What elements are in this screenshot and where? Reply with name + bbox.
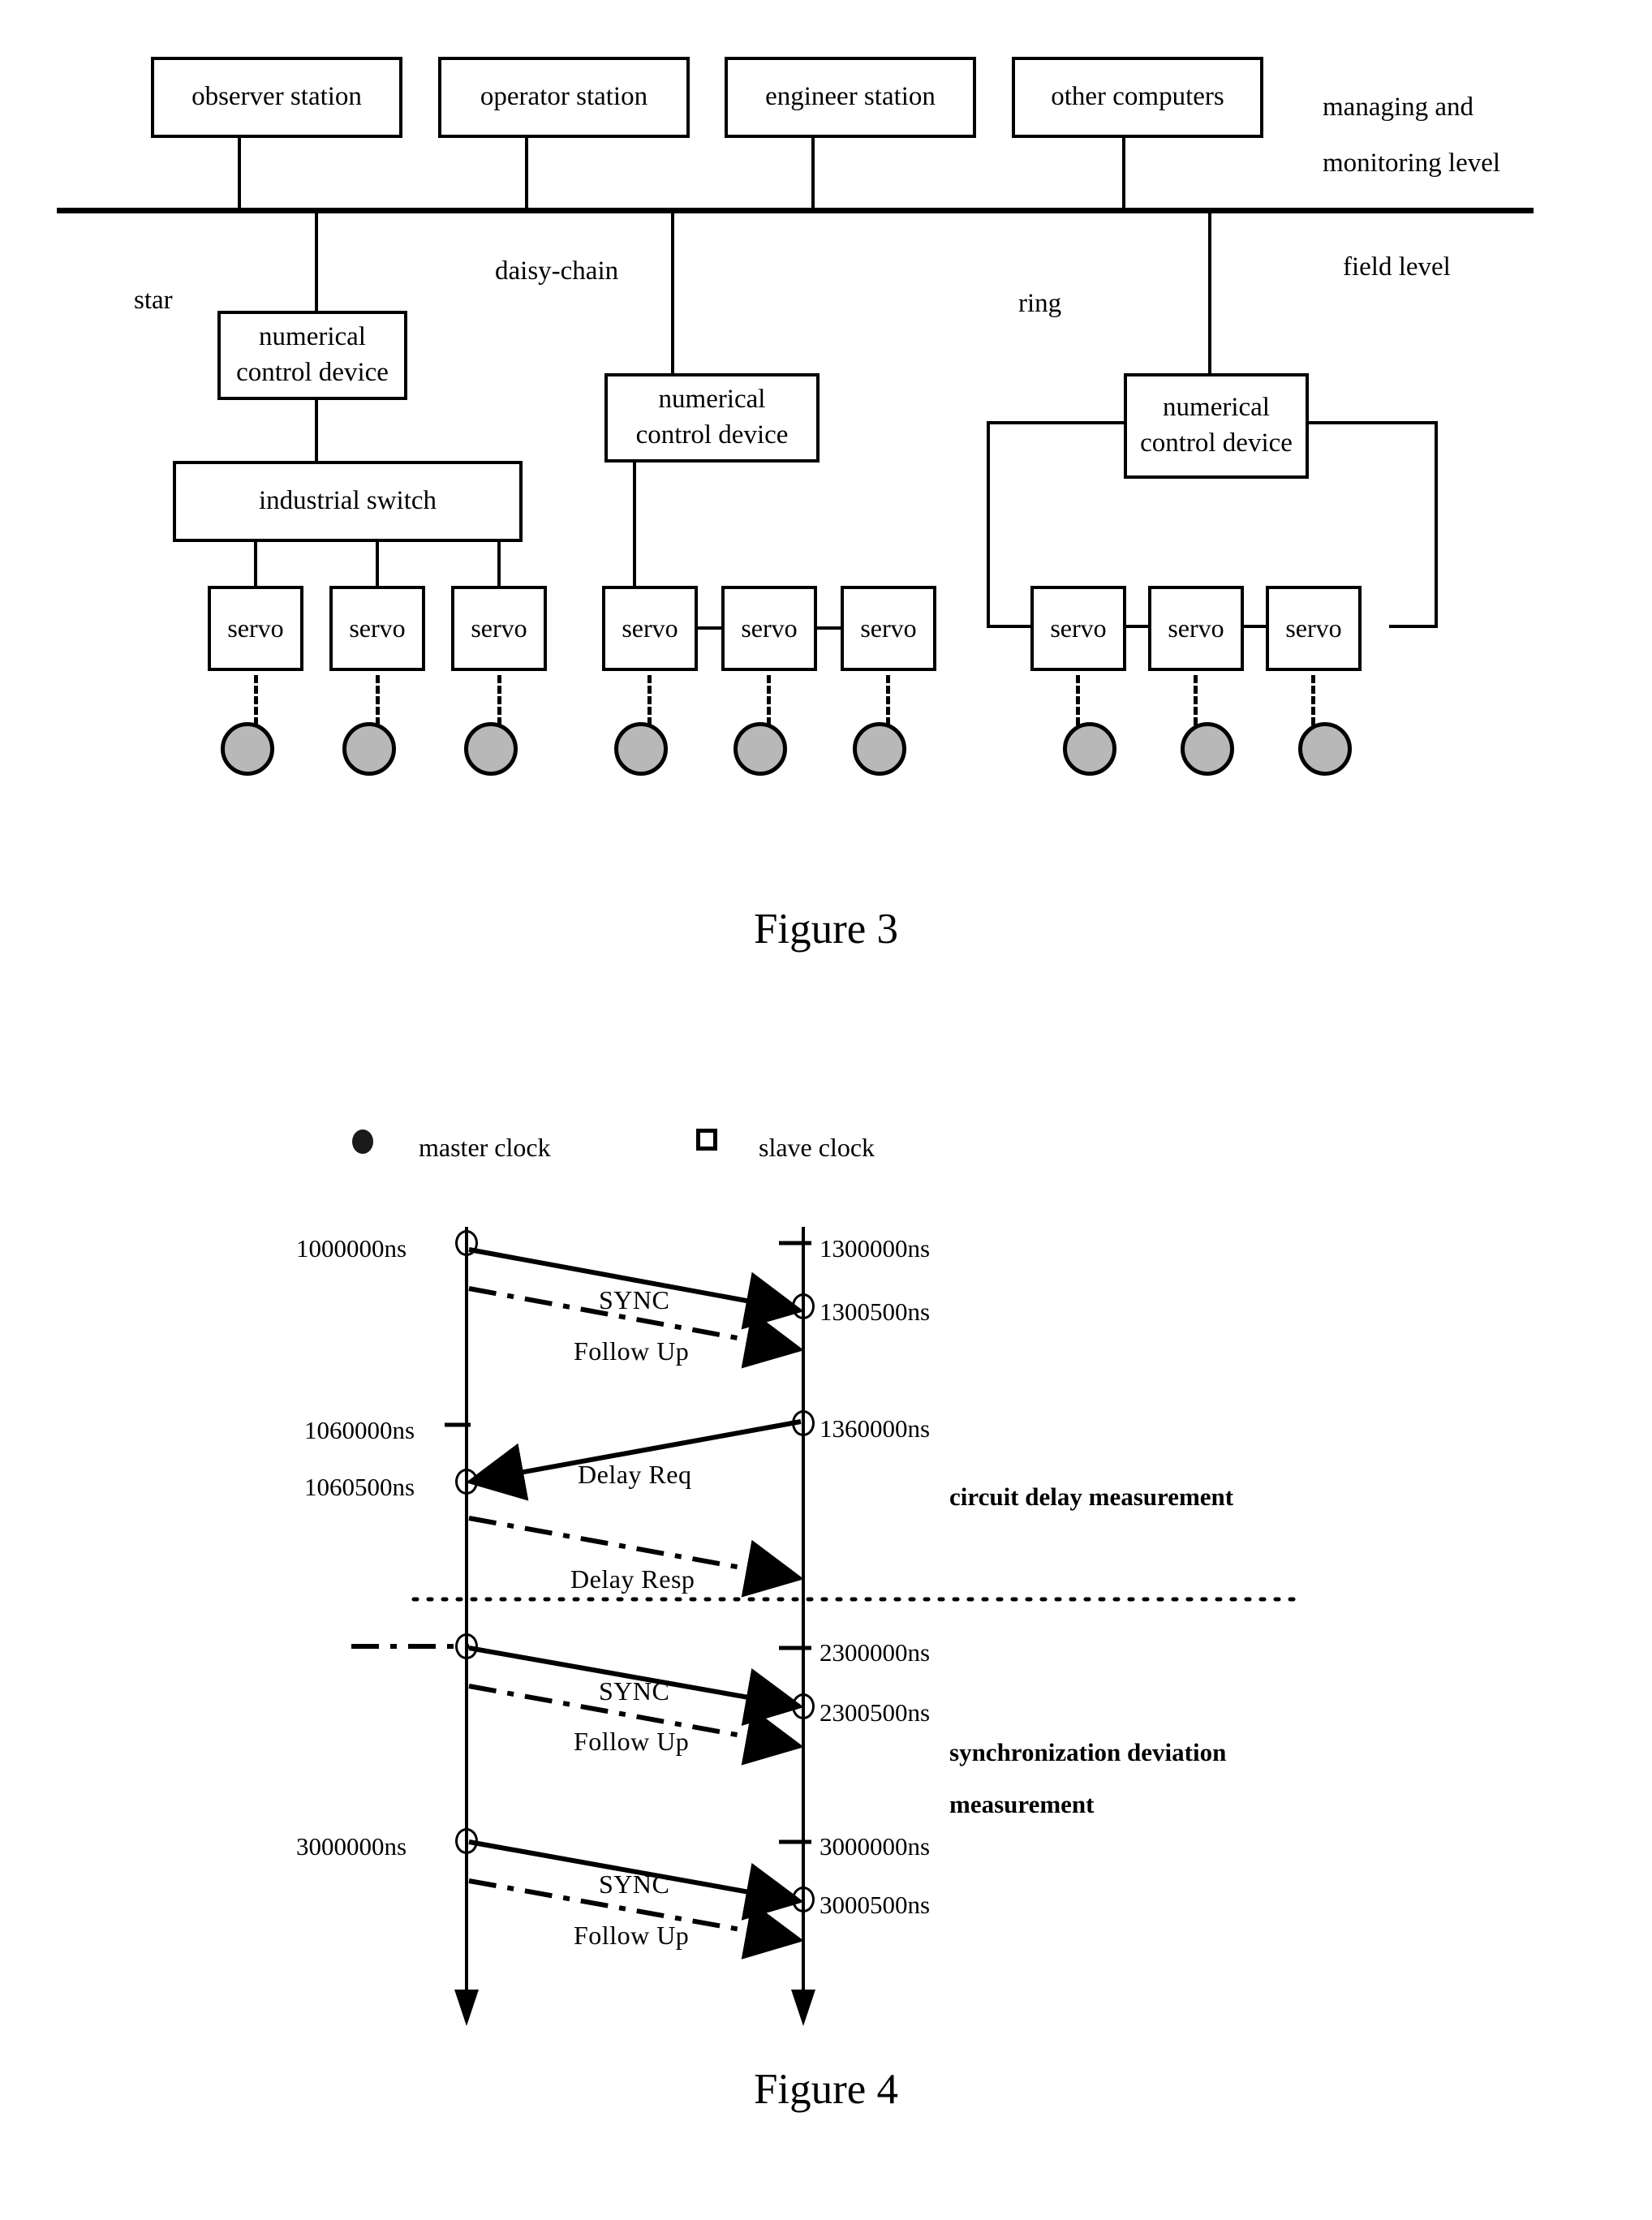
figure-4-caption: Figure 4 [753, 2066, 899, 2113]
event-marker-slave-sync-3 [792, 1887, 815, 1912]
event-marker-master-delay-req [455, 1469, 478, 1495]
event-marker-slave-delay-req [792, 1410, 815, 1436]
note-sync-deviation-line2: measurement [949, 1790, 1095, 1818]
timestamp-slave-5: 2300500ns [820, 1698, 931, 1727]
timestamp-master-4: 3000000ns [296, 1832, 407, 1861]
event-marker-master-sync-2 [455, 1633, 478, 1659]
message-label-sync-3: SYNC [599, 1869, 670, 1899]
event-marker-slave-sync-1 [792, 1293, 815, 1319]
message-label-delay-req: Delay Req [578, 1460, 692, 1489]
timestamp-slave-6: 3000000ns [820, 1832, 931, 1861]
message-label-delay-resp: Delay Resp [570, 1564, 695, 1594]
timestamp-master-1: 1000000ns [296, 1234, 407, 1263]
message-label-follow-up-2: Follow Up [574, 1727, 690, 1756]
message-label-follow-up-3: Follow Up [574, 1921, 690, 1950]
message-label-follow-up-1: Follow Up [574, 1336, 690, 1366]
event-marker-slave-sync-2 [792, 1693, 815, 1719]
timestamp-slave-3: 1360000ns [820, 1414, 931, 1443]
timestamp-master-3: 1060500ns [304, 1473, 415, 1501]
timestamp-slave-1: 1300000ns [820, 1234, 931, 1263]
timestamp-slave-2: 1300500ns [820, 1297, 931, 1326]
timestamp-master-2: 1060000ns [304, 1416, 415, 1444]
message-label-sync-2: SYNC [599, 1676, 670, 1706]
timestamp-slave-7: 3000500ns [820, 1891, 931, 1919]
message-label-sync-1: SYNC [599, 1285, 670, 1314]
note-circuit-delay-measurement: circuit delay measurement [949, 1482, 1234, 1511]
timestamp-slave-4: 2300000ns [820, 1638, 931, 1667]
event-marker-master-sync-1 [455, 1230, 478, 1256]
event-marker-master-sync-3 [455, 1828, 478, 1854]
note-sync-deviation-line1: synchronization deviation [949, 1738, 1227, 1766]
patent-figure-page: observer station operator station engine… [0, 0, 1652, 2220]
